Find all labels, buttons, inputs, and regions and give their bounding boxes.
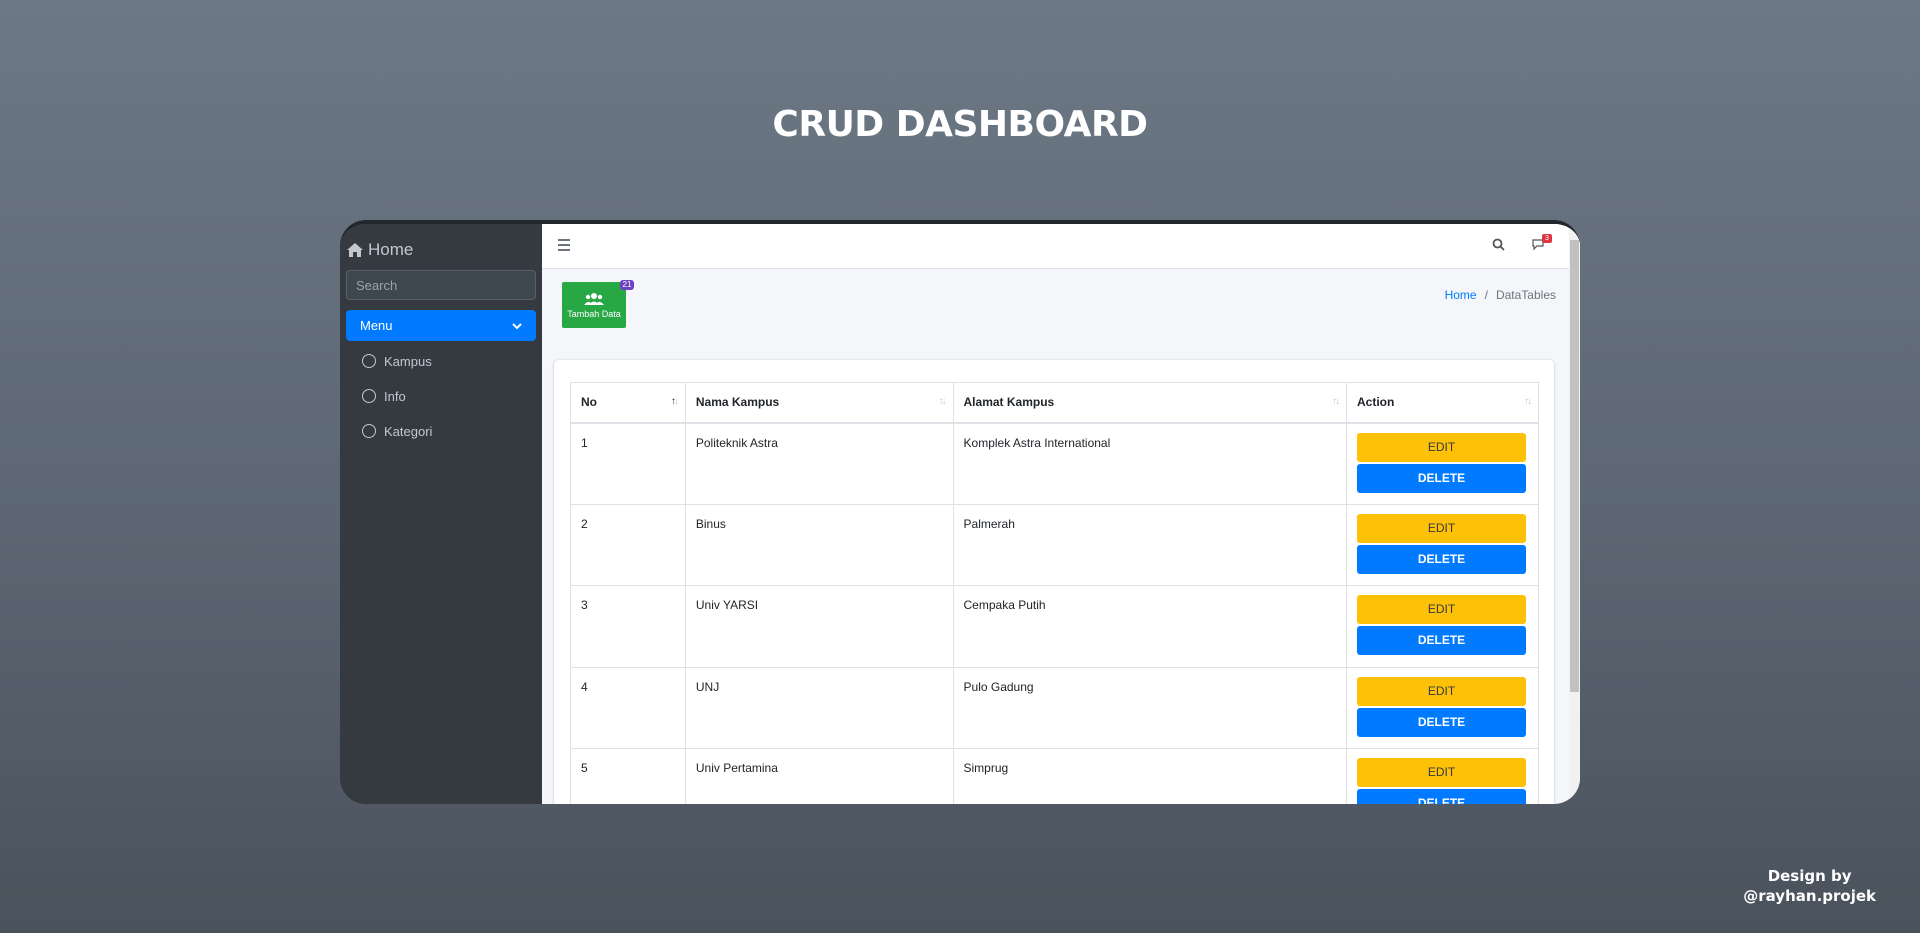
- menu-toggle[interactable]: Menu: [346, 310, 536, 341]
- header-label: Nama Kampus: [695, 395, 780, 410]
- circle-icon: [362, 389, 376, 403]
- cell-alamat: Pulo Gadung: [952, 666, 1347, 749]
- column-header-action[interactable]: Action ↑↓: [1345, 382, 1540, 424]
- cell-no: 5: [570, 748, 686, 804]
- cell-nama: UNJ: [684, 666, 954, 749]
- sort-icon: ↑↓: [1331, 396, 1340, 407]
- menu-label: Menu: [360, 318, 393, 333]
- delete-button[interactable]: DELETE: [1356, 707, 1526, 737]
- delete-button[interactable]: DELETE: [1356, 626, 1526, 655]
- cell-nama: Politeknik Astra: [684, 422, 954, 505]
- cell-nama: Univ YARSI: [684, 585, 954, 668]
- scrollbar-thumb[interactable]: [1570, 240, 1579, 692]
- breadcrumb: Home / DataTables: [1445, 288, 1556, 302]
- top-navbar: 3: [542, 224, 1580, 269]
- search-icon[interactable]: [1492, 238, 1505, 251]
- cell-no: 2: [570, 503, 686, 586]
- brand-text: Home: [368, 240, 414, 259]
- app-window: Home Menu Kampus Info Kategori: [340, 220, 1580, 804]
- edit-button[interactable]: EDIT: [1356, 513, 1526, 543]
- edit-button[interactable]: EDIT: [1356, 676, 1526, 706]
- delete-button[interactable]: DELETE: [1356, 789, 1526, 804]
- sidebar-search-input[interactable]: [347, 271, 535, 299]
- cell-action: EDIT DELETE: [1345, 585, 1540, 668]
- chevron-down-icon: [512, 322, 522, 329]
- cell-no: 3: [570, 585, 686, 668]
- sidebar: Home Menu Kampus Info Kategori: [340, 224, 542, 804]
- breadcrumb-separator: /: [1484, 288, 1488, 302]
- cell-action: EDIT DELETE: [1345, 503, 1540, 586]
- add-data-label: Tambah Data: [567, 308, 621, 319]
- table-header-row: No ↑↓ Nama Kampus ↑↓ Alamat Kampus ↑↓ Actio…: [570, 382, 1540, 424]
- header-label: No: [581, 395, 597, 410]
- add-data-badge: 21: [620, 280, 634, 290]
- edit-button[interactable]: EDIT: [1356, 432, 1526, 462]
- hamburger-icon[interactable]: [558, 239, 570, 251]
- column-header-no[interactable]: No ↑↓: [570, 382, 686, 424]
- cell-action: EDIT DELETE: [1345, 422, 1540, 505]
- sidebar-item-label: Kampus: [384, 353, 432, 369]
- table-card: No ↑↓ Nama Kampus ↑↓ Alamat Kampus ↑↓ Actio…: [554, 360, 1554, 804]
- sidebar-item-kategori[interactable]: Kategori: [362, 420, 432, 442]
- page-title: CRUD DASHBOARD: [772, 104, 1148, 145]
- breadcrumb-current: DataTables: [1495, 288, 1556, 302]
- column-header-nama[interactable]: Nama Kampus ↑↓: [684, 382, 954, 424]
- table-row: 4 UNJ Pulo Gadung EDIT DELETE: [570, 666, 1540, 749]
- brand-link[interactable]: Home: [346, 238, 413, 262]
- credit-line-2: @rayhan.projek: [1743, 887, 1876, 905]
- edit-button[interactable]: EDIT: [1356, 758, 1526, 787]
- cell-nama: Binus: [684, 503, 954, 586]
- cell-no: 1: [570, 422, 686, 505]
- users-icon: [584, 292, 604, 305]
- column-header-alamat[interactable]: Alamat Kampus ↑↓: [952, 382, 1347, 424]
- cell-alamat: Cempaka Putih: [952, 585, 1347, 668]
- cell-alamat: Palmerah: [952, 503, 1347, 586]
- scrollbar[interactable]: [1569, 224, 1580, 804]
- cell-alamat: Komplek Astra International: [952, 422, 1347, 505]
- table-row: 5 Univ Pertamina Simprug EDIT DELETE: [570, 748, 1540, 804]
- main-content: 3 Tambah Data 21 Home / DataTables No ↑↓ …: [542, 224, 1580, 804]
- table-row: 2 Binus Palmerah EDIT DELETE: [570, 503, 1540, 586]
- home-icon: [347, 243, 363, 257]
- delete-button[interactable]: DELETE: [1356, 463, 1526, 493]
- add-data-button[interactable]: Tambah Data: [562, 282, 626, 328]
- data-table: No ↑↓ Nama Kampus ↑↓ Alamat Kampus ↑↓ Actio…: [570, 382, 1540, 804]
- header-label: Action: [1356, 395, 1395, 410]
- circle-icon: [362, 424, 376, 438]
- breadcrumb-home[interactable]: Home: [1445, 288, 1477, 302]
- sort-icon: ↑↓: [1524, 396, 1532, 407]
- sort-icon: ↑↓: [670, 396, 679, 407]
- table-row: 1 Politeknik Astra Komplek Astra Interna…: [570, 422, 1540, 505]
- header-label: Alamat Kampus: [963, 395, 1055, 410]
- cell-action: EDIT DELETE: [1345, 748, 1540, 804]
- edit-button[interactable]: EDIT: [1356, 595, 1526, 624]
- chat-badge: 3: [1542, 234, 1552, 243]
- cell-action: EDIT DELETE: [1345, 666, 1540, 749]
- sidebar-search: [346, 270, 536, 300]
- sidebar-item-info[interactable]: Info: [362, 385, 406, 407]
- circle-icon: [362, 354, 376, 368]
- cell-alamat: Simprug: [952, 748, 1347, 804]
- table-row: 3 Univ YARSI Cempaka Putih EDIT DELETE: [570, 585, 1540, 668]
- cell-nama: Univ Pertamina: [684, 748, 954, 804]
- sidebar-item-label: Kategori: [384, 423, 433, 439]
- cell-no: 4: [570, 666, 686, 749]
- sort-icon: ↑↓: [938, 396, 947, 407]
- design-credit: Design by @rayhan.projek: [1743, 866, 1876, 906]
- sidebar-item-label: Info: [384, 388, 406, 404]
- sidebar-item-kampus[interactable]: Kampus: [362, 350, 432, 372]
- credit-line-1: Design by: [1767, 867, 1852, 885]
- delete-button[interactable]: DELETE: [1356, 544, 1526, 574]
